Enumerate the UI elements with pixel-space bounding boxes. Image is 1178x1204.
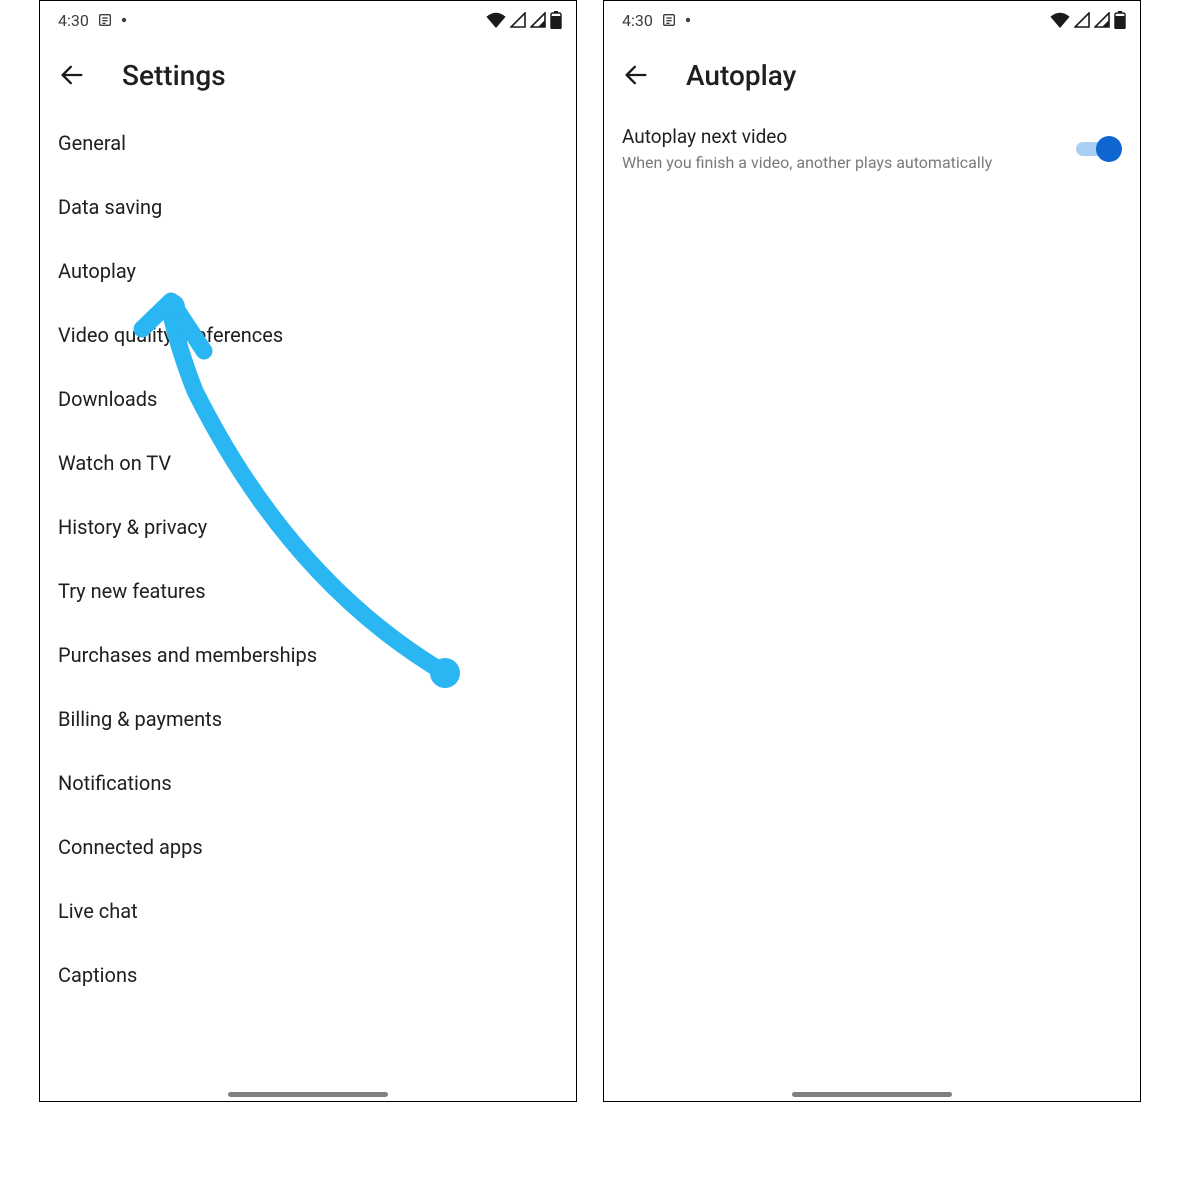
settings-item-label: Live chat: [58, 899, 138, 923]
back-button[interactable]: [54, 57, 90, 93]
status-time: 4:30: [622, 11, 653, 30]
page-title: Settings: [122, 59, 226, 92]
settings-item-label: Purchases and memberships: [58, 643, 317, 667]
battery-icon: [550, 11, 562, 29]
settings-item-purchases[interactable]: Purchases and memberships: [40, 623, 576, 687]
signal1-icon: [510, 12, 526, 28]
autoplay-setting-row[interactable]: Autoplay next video When you finish a vi…: [604, 111, 1140, 188]
back-button[interactable]: [618, 57, 654, 93]
wifi-icon: [1050, 12, 1070, 28]
signal2-icon: [530, 12, 546, 28]
settings-item-label: Data saving: [58, 195, 162, 219]
settings-item-label: General: [58, 131, 126, 155]
settings-item-label: Notifications: [58, 771, 172, 795]
app-bar: Autoplay: [604, 33, 1140, 111]
phone-settings: 4:30 Settings: [39, 0, 577, 1102]
settings-item-label: History & privacy: [58, 515, 207, 539]
status-bar: 4:30: [40, 1, 576, 33]
signal1-icon: [1074, 12, 1090, 28]
battery-icon: [1114, 11, 1126, 29]
settings-item-video-quality[interactable]: Video quality preferences: [40, 303, 576, 367]
dot-icon: [121, 17, 127, 23]
settings-item-general[interactable]: General: [40, 111, 576, 175]
wifi-icon: [486, 12, 506, 28]
settings-item-label: Video quality preferences: [58, 323, 283, 347]
settings-item-billing[interactable]: Billing & payments: [40, 687, 576, 751]
phone-autoplay: 4:30 Autoplay: [603, 0, 1141, 1102]
settings-item-data-saving[interactable]: Data saving: [40, 175, 576, 239]
settings-item-label: Try new features: [58, 579, 206, 603]
settings-item-label: Watch on TV: [58, 451, 171, 475]
settings-item-watch-on-tv[interactable]: Watch on TV: [40, 431, 576, 495]
settings-item-label: Captions: [58, 963, 137, 987]
settings-item-captions[interactable]: Captions: [40, 943, 576, 1007]
status-time: 4:30: [58, 11, 89, 30]
autoplay-setting-text: Autoplay next video When you finish a vi…: [622, 125, 1058, 174]
autoplay-toggle[interactable]: [1076, 136, 1122, 162]
arrow-left-icon: [58, 61, 86, 89]
settings-item-label: Billing & payments: [58, 707, 222, 731]
settings-item-try-new-features[interactable]: Try new features: [40, 559, 576, 623]
settings-item-autoplay[interactable]: Autoplay: [40, 239, 576, 303]
autoplay-setting-subtitle: When you finish a video, another plays a…: [622, 152, 1058, 174]
settings-item-downloads[interactable]: Downloads: [40, 367, 576, 431]
settings-item-live-chat[interactable]: Live chat: [40, 879, 576, 943]
settings-item-label: Connected apps: [58, 835, 203, 859]
status-bar: 4:30: [604, 1, 1140, 33]
settings-item-label: Downloads: [58, 387, 157, 411]
gesture-bar[interactable]: [792, 1092, 952, 1097]
gesture-bar[interactable]: [228, 1092, 388, 1097]
settings-item-connected-apps[interactable]: Connected apps: [40, 815, 576, 879]
news-icon: [661, 12, 677, 28]
switch-thumb: [1096, 136, 1122, 162]
app-bar: Settings: [40, 33, 576, 111]
settings-list: General Data saving Autoplay Video quali…: [40, 111, 576, 1007]
settings-item-history-privacy[interactable]: History & privacy: [40, 495, 576, 559]
news-icon: [97, 12, 113, 28]
arrow-left-icon: [622, 61, 650, 89]
autoplay-setting-title: Autoplay next video: [622, 125, 1058, 148]
signal2-icon: [1094, 12, 1110, 28]
settings-item-label: Autoplay: [58, 259, 136, 283]
page-title: Autoplay: [686, 59, 796, 92]
dot-icon: [685, 17, 691, 23]
settings-item-notifications[interactable]: Notifications: [40, 751, 576, 815]
